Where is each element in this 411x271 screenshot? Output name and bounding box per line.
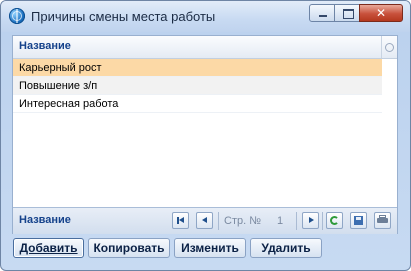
next-page-icon	[303, 213, 318, 228]
table-row[interactable]: Повышение з/п	[13, 77, 382, 95]
first-page-button[interactable]	[172, 212, 189, 229]
copy-button[interactable]: Копировать	[88, 238, 170, 258]
maximize-icon	[335, 5, 359, 21]
dialog-window: Причины смены места работы ✕ Название Ка…	[0, 0, 411, 271]
grid-header: Название	[13, 36, 397, 59]
column-settings-icon[interactable]	[381, 36, 397, 58]
close-icon: ✕	[375, 6, 387, 20]
grid-panel: Название Карьерный рост Повышение з/п Ин…	[12, 35, 398, 234]
close-button[interactable]: ✕	[359, 4, 403, 22]
delete-button[interactable]: Удалить	[250, 238, 322, 258]
footer-field-label: Название	[19, 214, 71, 226]
title-bar[interactable]: Причины смены места работы ✕	[1, 1, 410, 32]
minimize-button[interactable]	[309, 4, 335, 22]
maximize-button[interactable]	[334, 4, 360, 22]
table-row[interactable]: Карьерный рост	[13, 59, 382, 77]
page-number[interactable]: 1	[277, 215, 283, 227]
grid-footer: Название Стр. № 1	[13, 207, 397, 234]
first-page-icon	[173, 213, 188, 228]
window-title: Причины смены места работы	[31, 9, 216, 24]
next-page-button[interactable]	[302, 212, 319, 229]
edit-button[interactable]: Изменить	[174, 238, 246, 258]
toolbar-separator	[296, 212, 297, 230]
table-row[interactable]: Интересная работа	[13, 95, 382, 113]
toolbar-separator	[218, 212, 219, 230]
print-icon	[377, 215, 388, 223]
refresh-button[interactable]	[326, 212, 343, 229]
toolbar-separator	[322, 212, 323, 230]
column-header-name[interactable]: Название	[19, 40, 71, 52]
print-button[interactable]	[374, 212, 391, 229]
page-label: Стр. №	[224, 215, 262, 227]
refresh-icon	[330, 216, 339, 225]
globe-icon	[9, 8, 25, 24]
prev-page-icon	[197, 213, 212, 228]
save-button[interactable]	[350, 212, 367, 229]
save-icon	[354, 216, 363, 225]
add-button[interactable]: Добавить	[13, 238, 84, 258]
minimize-icon	[310, 5, 334, 21]
add-button-label: Добавить	[19, 241, 78, 255]
prev-page-button[interactable]	[196, 212, 213, 229]
